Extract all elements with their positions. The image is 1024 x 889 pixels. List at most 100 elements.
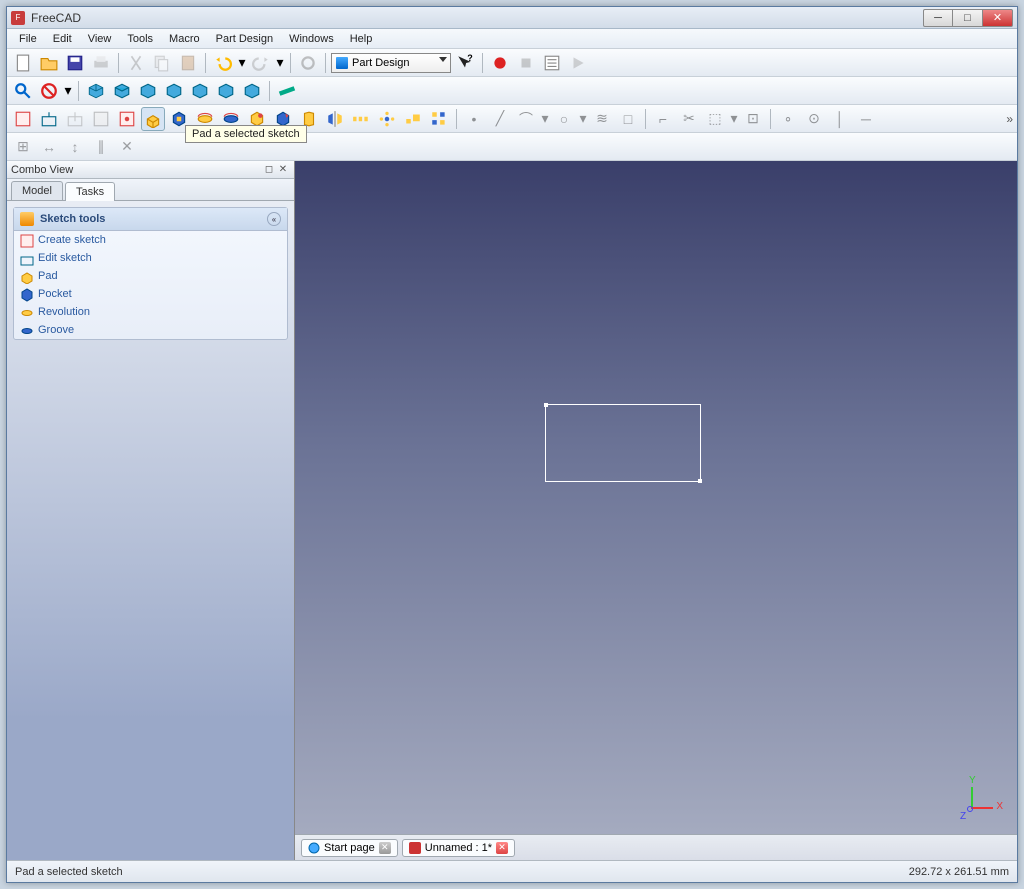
titlebar: F FreeCAD ─ □ ✕ (7, 7, 1017, 29)
macro-list-icon[interactable] (540, 51, 564, 75)
paste-icon[interactable] (176, 51, 200, 75)
task-group-header[interactable]: Sketch tools « (14, 208, 287, 231)
constr-dist-h-icon[interactable]: ↔ (37, 135, 61, 159)
sk-line-icon[interactable]: ╱ (488, 107, 512, 131)
menu-macro[interactable]: Macro (161, 31, 208, 47)
menu-part-design[interactable]: Part Design (208, 31, 281, 47)
undo-icon[interactable] (211, 51, 235, 75)
mirror-icon[interactable] (323, 107, 347, 131)
view-bottom-icon[interactable] (214, 79, 238, 103)
draw-style-dropdown-icon[interactable]: ▾ (63, 79, 73, 103)
undo-dropdown-icon[interactable]: ▾ (237, 51, 247, 75)
constr-horizontal-icon[interactable]: ─ (854, 107, 878, 131)
print-icon[interactable] (89, 51, 113, 75)
map-sketch-icon[interactable] (89, 107, 113, 131)
tab-model[interactable]: Model (11, 181, 63, 200)
task-revolution[interactable]: Revolution (14, 303, 287, 321)
view-right-icon[interactable] (162, 79, 186, 103)
menu-help[interactable]: Help (342, 31, 381, 47)
draw-style-icon[interactable] (37, 79, 61, 103)
view-top-icon[interactable] (136, 79, 160, 103)
task-pocket[interactable]: Pocket (14, 285, 287, 303)
close-button[interactable]: ✕ (983, 9, 1013, 27)
scaled-pattern-icon[interactable] (401, 107, 425, 131)
panel-float-icon[interactable]: ◻ (262, 163, 276, 177)
constr-lock-icon[interactable]: ⊞ (11, 135, 35, 159)
copy-icon[interactable] (150, 51, 174, 75)
sk-trim-icon[interactable]: ✂ (677, 107, 701, 131)
refresh-icon[interactable] (296, 51, 320, 75)
sk-circle-icon[interactable]: ○ (552, 107, 576, 131)
task-create-sketch[interactable]: Create sketch (14, 231, 287, 249)
menu-tools[interactable]: Tools (119, 31, 161, 47)
sk-construction-icon[interactable]: ⊡ (741, 107, 765, 131)
globe-icon (308, 842, 320, 854)
open-file-icon[interactable] (37, 51, 61, 75)
doc-tab-unnamed[interactable]: Unnamed : 1* ✕ (402, 839, 515, 857)
sk-point-icon[interactable]: • (462, 107, 486, 131)
constr-parallel-icon[interactable]: ∥ (89, 135, 113, 159)
constr-vertical-icon[interactable]: │ (828, 107, 852, 131)
window-title: FreeCAD (31, 11, 923, 25)
menu-view[interactable]: View (80, 31, 120, 47)
view-rear-icon[interactable] (188, 79, 212, 103)
sk-fillet-icon[interactable]: ⌐ (651, 107, 675, 131)
cut-icon[interactable] (124, 51, 148, 75)
doc-tab-start[interactable]: Start page ✕ (301, 839, 398, 857)
leave-sketch-icon[interactable] (63, 107, 87, 131)
combo-view-title: Combo View (11, 164, 73, 176)
view-left-icon[interactable] (240, 79, 264, 103)
edit-sketch-icon[interactable] (37, 107, 61, 131)
sk-arc-icon[interactable]: ⌒ (514, 107, 538, 131)
constr-dist-v-icon[interactable]: ↕ (63, 135, 87, 159)
multi-transform-icon[interactable] (427, 107, 451, 131)
sk-external-dropdown-icon[interactable]: ▾ (729, 107, 739, 131)
whats-this-icon[interactable]: ? (453, 51, 477, 75)
menu-edit[interactable]: Edit (45, 31, 80, 47)
task-edit-sketch[interactable]: Edit sketch (14, 249, 287, 267)
3d-viewport[interactable]: Start page ✕ Unnamed : 1* ✕ (295, 161, 1017, 860)
maximize-button[interactable]: □ (953, 9, 983, 27)
view-sketch-icon[interactable] (115, 107, 139, 131)
macro-record-icon[interactable] (488, 51, 512, 75)
collapse-icon[interactable]: « (267, 212, 281, 226)
new-sketch-icon[interactable] (11, 107, 35, 131)
toolbar-overflow-icon[interactable]: » (1006, 112, 1013, 126)
doc-tab-label: Start page (324, 842, 375, 854)
tab-close-icon[interactable]: ✕ (379, 842, 391, 854)
redo-dropdown-icon[interactable]: ▾ (275, 51, 285, 75)
view-front-icon[interactable] (110, 79, 134, 103)
sk-polyline-icon[interactable]: ≋ (590, 107, 614, 131)
sk-rect-icon[interactable]: □ (616, 107, 640, 131)
freecad-icon (409, 842, 421, 854)
combo-view-panel: Combo View ◻ ✕ Model Tasks Sketch tools … (7, 161, 295, 860)
panel-close-icon[interactable]: ✕ (276, 163, 290, 177)
pad-icon[interactable] (141, 107, 165, 131)
tab-close-icon[interactable]: ✕ (496, 842, 508, 854)
tab-tasks[interactable]: Tasks (65, 182, 115, 201)
sk-external-icon[interactable]: ⬚ (703, 107, 727, 131)
polar-pattern-icon[interactable] (375, 107, 399, 131)
new-file-icon[interactable] (11, 51, 35, 75)
constr-coincident-icon[interactable]: ∘ (776, 107, 800, 131)
menu-windows[interactable]: Windows (281, 31, 342, 47)
sk-circle-dropdown-icon[interactable]: ▾ (578, 107, 588, 131)
constr-perp-icon[interactable]: ✕ (115, 135, 139, 159)
workbench-selector[interactable]: Part Design (331, 53, 451, 73)
task-groove[interactable]: Groove (14, 321, 287, 339)
zoom-fit-icon[interactable] (11, 79, 35, 103)
task-pad[interactable]: Pad (14, 267, 287, 285)
macro-execute-icon[interactable] (566, 51, 590, 75)
view-iso-icon[interactable] (84, 79, 108, 103)
save-icon[interactable] (63, 51, 87, 75)
macro-stop-icon[interactable] (514, 51, 538, 75)
sketch-rectangle[interactable] (545, 404, 701, 482)
redo-icon[interactable] (249, 51, 273, 75)
workbench-icon (336, 57, 348, 69)
menu-file[interactable]: File (11, 31, 45, 47)
measure-icon[interactable] (275, 79, 299, 103)
constr-point-on-icon[interactable]: ⊙ (802, 107, 826, 131)
linear-pattern-icon[interactable] (349, 107, 373, 131)
sk-arc-dropdown-icon[interactable]: ▾ (540, 107, 550, 131)
minimize-button[interactable]: ─ (923, 9, 953, 27)
